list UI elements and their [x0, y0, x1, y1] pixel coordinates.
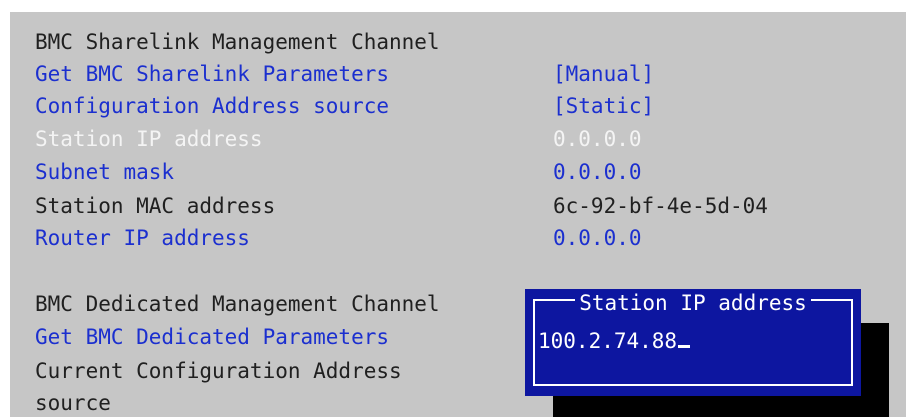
station-ip-address-value[interactable]: 0.0.0.0: [553, 126, 642, 152]
router-ip-address-value[interactable]: 0.0.0.0: [553, 225, 642, 251]
get-sharelink-parameters-value[interactable]: [Manual]: [553, 61, 654, 87]
text-cursor: [678, 345, 691, 348]
config-address-source-label[interactable]: Configuration Address source: [35, 93, 389, 119]
popup-title-text: Station IP address: [575, 291, 811, 315]
get-sharelink-parameters-label[interactable]: Get BMC Sharelink Parameters: [35, 61, 389, 87]
dedicated-section-header: BMC Dedicated Management Channel: [35, 292, 440, 316]
subnet-mask-value[interactable]: 0.0.0.0: [553, 159, 642, 185]
config-address-source-value[interactable]: [Static]: [553, 93, 654, 119]
current-config-address-label: Current Configuration Address: [35, 359, 402, 383]
station-ip-input[interactable]: 100.2.74.88: [538, 328, 691, 354]
station-mac-address-value: 6c-92-bf-4e-5d-04: [553, 194, 768, 218]
station-ip-input-value: 100.2.74.88: [538, 329, 678, 353]
sharelink-section-header: BMC Sharelink Management Channel: [35, 30, 440, 54]
current-config-address-label-cont: source: [35, 391, 111, 415]
popup-title: Station IP address: [525, 290, 861, 316]
frame-right: [906, 0, 918, 417]
frame-left: [0, 0, 10, 417]
station-mac-address-label: Station MAC address: [35, 194, 276, 218]
subnet-mask-label[interactable]: Subnet mask: [35, 159, 174, 185]
frame-top: [0, 0, 918, 12]
get-dedicated-parameters-label[interactable]: Get BMC Dedicated Parameters: [35, 324, 389, 350]
station-ip-popup: Station IP address 100.2.74.88: [525, 289, 861, 396]
station-ip-address-label[interactable]: Station IP address: [35, 126, 263, 152]
router-ip-address-label[interactable]: Router IP address: [35, 225, 250, 251]
bios-setup-screen: BMC Sharelink Management Channel Get BMC…: [0, 0, 918, 417]
